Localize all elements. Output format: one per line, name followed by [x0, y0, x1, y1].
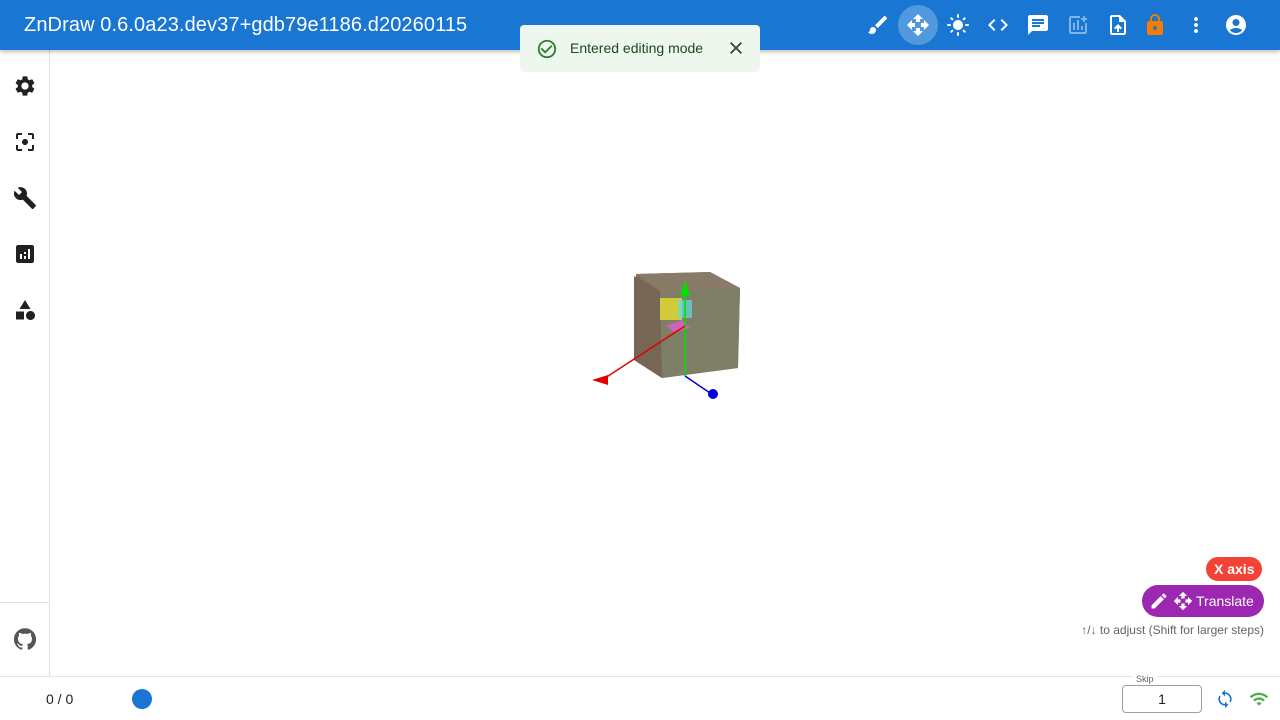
- frame-slider-thumb[interactable]: [132, 689, 152, 709]
- sidebar-item-modifiers[interactable]: [5, 178, 45, 218]
- skip-input[interactable]: [1123, 686, 1201, 712]
- gizmo-z-handle[interactable]: [708, 389, 718, 399]
- viewport-3d[interactable]: [50, 50, 1280, 676]
- account-icon: [1226, 15, 1246, 35]
- sidebar-divider: [0, 602, 49, 603]
- more-options-button[interactable]: [1176, 5, 1216, 45]
- upload-file-icon: [1110, 15, 1126, 35]
- lighting-button[interactable]: [938, 5, 978, 45]
- gear-icon: [15, 76, 35, 96]
- gizmo-x-arrow[interactable]: [592, 375, 608, 385]
- close-icon[interactable]: [726, 38, 748, 60]
- skip-field[interactable]: [1122, 685, 1202, 713]
- adjust-hint: ↑/↓ to adjust (Shift for larger steps): [1081, 623, 1264, 637]
- sidebar-item-settings[interactable]: [5, 66, 45, 106]
- brightness-icon: [947, 14, 969, 36]
- chat-button[interactable]: [1018, 5, 1058, 45]
- account-button[interactable]: [1216, 5, 1256, 45]
- mode-label: Translate: [1196, 593, 1254, 609]
- axis-indicator-chip: X axis: [1206, 557, 1263, 581]
- wrench-icon: [13, 187, 36, 209]
- shapes-icon: [16, 300, 35, 320]
- more-vert-icon: [1194, 17, 1198, 33]
- playback-bar: 0 / 0: [0, 676, 1280, 720]
- code-icon: [988, 19, 1008, 31]
- sidebar-item-selection[interactable]: [5, 122, 45, 162]
- wifi-icon: [1249, 689, 1269, 709]
- scene-canvas[interactable]: [570, 230, 770, 430]
- github-link[interactable]: [5, 619, 45, 659]
- sidebar-item-analysis[interactable]: [5, 234, 45, 274]
- left-sidebar: [0, 50, 50, 676]
- move-button[interactable]: [898, 5, 938, 45]
- sidebar-item-geometries[interactable]: [5, 290, 45, 330]
- skip-label: Skip: [1133, 674, 1157, 684]
- add-chart-button[interactable]: [1058, 5, 1098, 45]
- code-button[interactable]: [978, 5, 1018, 45]
- frame-counter: 0 / 0: [46, 691, 74, 707]
- translate-mode-chip[interactable]: Translate: [1142, 585, 1264, 617]
- move-icon: [907, 14, 929, 36]
- brush-icon: [868, 15, 888, 35]
- edit-icon: [1148, 590, 1170, 612]
- move-icon: [1172, 590, 1194, 612]
- brush-button[interactable]: [858, 5, 898, 45]
- cube-left-face: [634, 276, 662, 378]
- chat-icon: [1028, 15, 1048, 35]
- upload-file-button[interactable]: [1098, 5, 1138, 45]
- snackbar-message: Entered editing mode: [570, 40, 704, 56]
- gizmo-z-axis[interactable]: [684, 375, 711, 394]
- github-icon: [13, 628, 37, 650]
- sync-icon[interactable]: [1215, 689, 1235, 709]
- lock-button[interactable]: [1135, 5, 1175, 45]
- app-title: ZnDraw 0.6.0a23.dev37+gdb79e1186.d202601…: [24, 14, 468, 36]
- lock-icon: [1147, 14, 1163, 35]
- center-focus-icon: [16, 133, 34, 151]
- analytics-icon: [16, 245, 34, 263]
- check-circle-icon: [536, 38, 558, 60]
- add-chart-icon: [1069, 16, 1087, 34]
- success-snackbar: Entered editing mode: [520, 25, 760, 72]
